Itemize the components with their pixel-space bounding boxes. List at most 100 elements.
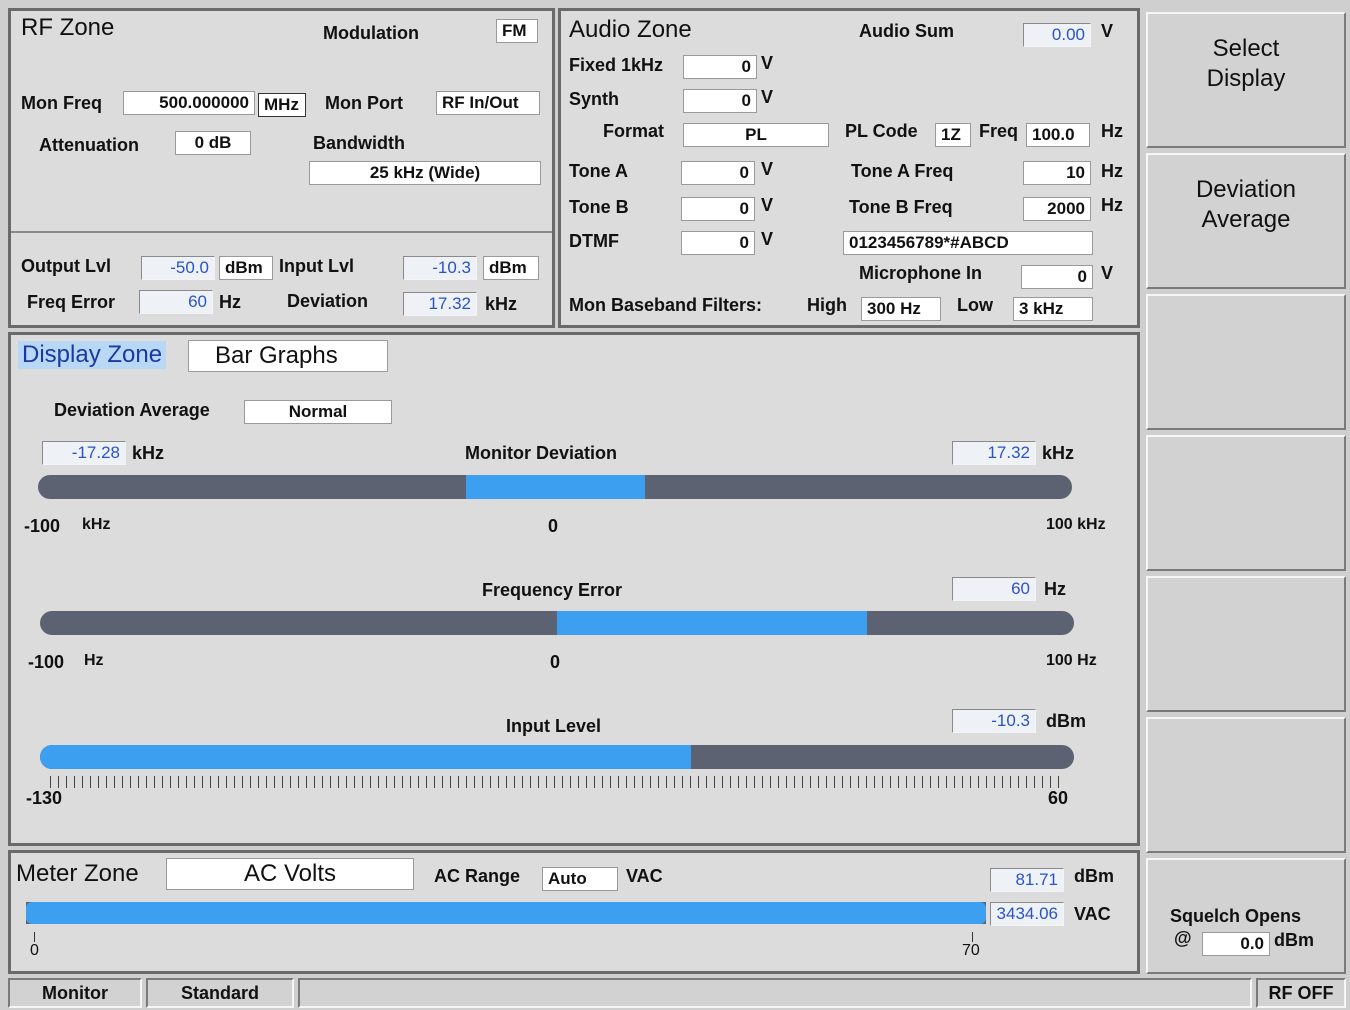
dtmf-label: DTMF xyxy=(569,231,619,251)
audio-zone-title: Audio Zone xyxy=(569,16,692,43)
frequency-error-max-label: 100 Hz xyxy=(1046,652,1097,669)
synth-label: Synth xyxy=(569,89,620,109)
input-level-bar xyxy=(40,745,1074,769)
frequency-error-bar xyxy=(40,611,1074,635)
mon-port-field[interactable]: RF In/Out xyxy=(436,91,540,115)
tone-a-freq-unit: Hz xyxy=(1101,161,1123,181)
squelch-button[interactable]: Squelch Opens @ 0.0 dBm xyxy=(1146,858,1346,974)
output-lvl-label: Output Lvl xyxy=(21,256,111,276)
monitor-deviation-max-label: 100 kHz xyxy=(1046,516,1106,533)
tone-a-label: Tone A xyxy=(569,161,628,181)
select-display-button[interactable]: Select Display xyxy=(1146,12,1346,148)
monitor-deviation-title: Monitor Deviation xyxy=(465,443,617,463)
output-lvl-unit[interactable]: dBm xyxy=(219,256,273,280)
frequency-error-min-label: -100 xyxy=(28,652,65,672)
tone-a-field[interactable]: 0 xyxy=(681,161,755,185)
monitor-deviation-min-label: -100 xyxy=(24,516,61,536)
high-filter-label: High xyxy=(807,295,847,315)
softkey-5-button[interactable] xyxy=(1146,576,1346,712)
microphone-in-unit: V xyxy=(1101,263,1114,283)
tone-a-freq-label: Tone A Freq xyxy=(851,161,954,181)
ac-range-unit: VAC xyxy=(626,866,663,886)
fixed-1khz-field[interactable]: 0 xyxy=(683,55,757,79)
format-label: Format xyxy=(603,121,665,141)
deviation-average-line1: Deviation xyxy=(1195,176,1297,203)
freq-error-value: 60 xyxy=(139,290,213,314)
display-zone-title: Display Zone xyxy=(18,341,167,369)
bandwidth-field[interactable]: 25 kHz (Wide) xyxy=(309,161,541,185)
audio-zone: Audio Zone Audio Sum 0.00 V Fixed 1kHz 0… xyxy=(558,8,1140,328)
dtmf-field[interactable]: 0 xyxy=(681,231,755,255)
dtmf-unit: V xyxy=(761,229,774,249)
input-level-unit: dBm xyxy=(1046,711,1086,731)
attenuation-field[interactable]: 0 dB xyxy=(175,131,251,155)
status-standard[interactable]: Standard xyxy=(146,978,294,1008)
audio-sum-value: 0.00 xyxy=(1023,23,1091,47)
dtmf-string-field[interactable]: 0123456789*#ABCD xyxy=(843,231,1093,255)
tone-b-field[interactable]: 0 xyxy=(681,197,755,221)
format-field[interactable]: PL xyxy=(683,123,829,147)
input-level-min-label: -130 xyxy=(26,788,63,808)
monitor-deviation-fill xyxy=(465,475,645,499)
audio-sum-label: Audio Sum xyxy=(859,21,954,41)
pl-freq-field[interactable]: 100.0 xyxy=(1026,123,1090,147)
squelch-at: @ xyxy=(1174,928,1192,948)
monitor-deviation-zero-label: 0 xyxy=(548,516,559,536)
deviation-average-field[interactable]: Normal xyxy=(244,400,392,424)
input-lvl-value: -10.3 xyxy=(403,256,477,280)
rf-zone-title: RF Zone xyxy=(21,14,115,41)
modulation-field[interactable]: FM xyxy=(496,19,538,43)
frequency-error-title: Frequency Error xyxy=(482,580,623,600)
status-rf[interactable]: RF OFF xyxy=(1256,978,1346,1008)
select-display-line2: Display xyxy=(1206,65,1286,92)
low-filter-field[interactable]: 3 kHz xyxy=(1013,297,1093,321)
meter-scale-min: 0 xyxy=(30,942,39,959)
softkey-6-button[interactable] xyxy=(1146,717,1346,853)
display-mode-field[interactable]: Bar Graphs xyxy=(188,340,388,372)
select-display-line1: Select xyxy=(1212,35,1280,62)
meter-mode-field[interactable]: AC Volts xyxy=(166,858,414,890)
meter-scale-tick-max xyxy=(972,932,973,942)
meter-scale-tick-min xyxy=(34,932,35,942)
deviation-average-button[interactable]: Deviation Average xyxy=(1146,153,1346,289)
ac-range-label: AC Range xyxy=(434,866,521,886)
frequency-error-min-unit: Hz xyxy=(84,652,104,669)
synth-field[interactable]: 0 xyxy=(683,89,757,113)
meter-fill xyxy=(26,902,986,924)
audio-sum-unit: V xyxy=(1101,21,1114,41)
tone-a-unit: V xyxy=(761,159,774,179)
ac-range-field[interactable]: Auto xyxy=(542,867,618,891)
input-lvl-unit[interactable]: dBm xyxy=(483,256,539,280)
microphone-in-field[interactable]: 0 xyxy=(1021,265,1093,289)
input-level-scale-ticks xyxy=(50,776,1064,788)
input-lvl-label: Input Lvl xyxy=(279,256,354,276)
pl-freq-unit: Hz xyxy=(1101,121,1123,141)
softkey-4-button[interactable] xyxy=(1146,435,1346,571)
status-monitor[interactable]: Monitor xyxy=(8,978,142,1008)
tone-a-freq-field[interactable]: 10 xyxy=(1023,161,1091,185)
tone-b-freq-field[interactable]: 2000 xyxy=(1023,197,1091,221)
input-level-value: -10.3 xyxy=(952,709,1036,733)
deviation-unit: kHz xyxy=(485,294,518,314)
mon-freq-field[interactable]: 500.000000 xyxy=(123,91,255,115)
tone-b-unit: V xyxy=(761,195,774,215)
mon-freq-unit[interactable]: MHz xyxy=(258,93,306,117)
monitor-deviation-min-unit: kHz xyxy=(82,516,111,533)
softkey-3-button[interactable] xyxy=(1146,294,1346,430)
meter-vac-unit: VAC xyxy=(1074,904,1111,924)
mon-freq-label: Mon Freq xyxy=(21,93,102,113)
pl-code-field[interactable]: 1Z xyxy=(935,123,971,147)
frequency-error-zero-label: 0 xyxy=(550,652,561,672)
monitor-deviation-pos-unit: kHz xyxy=(1042,443,1075,463)
mon-port-label: Mon Port xyxy=(325,93,403,113)
input-level-max-label: 60 xyxy=(1048,788,1069,808)
squelch-value-field[interactable]: 0.0 xyxy=(1202,932,1270,956)
meter-scale-max: 70 xyxy=(962,942,980,959)
attenuation-label: Attenuation xyxy=(39,135,139,155)
frequency-error-unit: Hz xyxy=(1044,579,1066,599)
monitor-deviation-neg-value: -17.28 xyxy=(42,441,126,465)
freq-error-label: Freq Error xyxy=(27,292,116,312)
synth-unit: V xyxy=(761,87,774,107)
meter-bar xyxy=(26,902,986,924)
high-filter-field[interactable]: 300 Hz xyxy=(861,297,941,321)
